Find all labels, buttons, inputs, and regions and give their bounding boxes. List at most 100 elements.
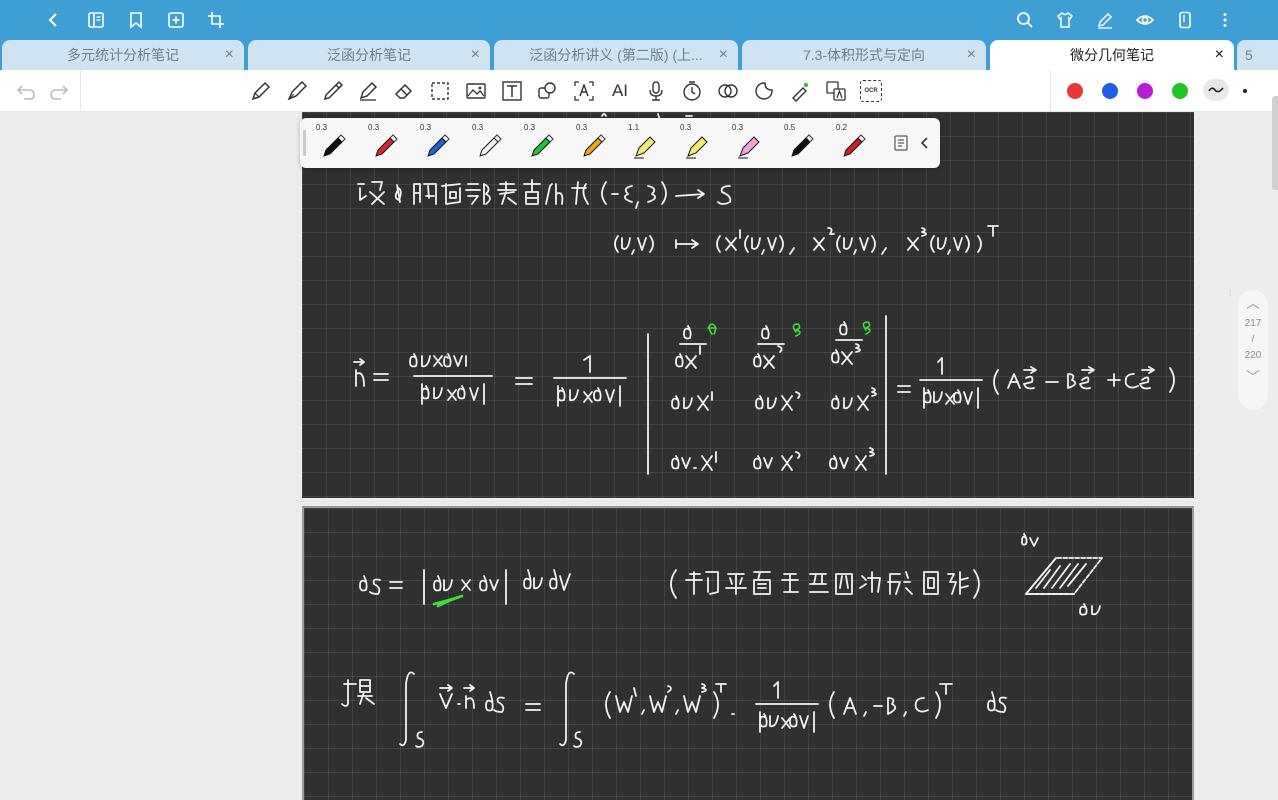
pen-palette: 0.3 0.3 0.3 0.3 0.3 0.3 1.1 0.3 0.3 0.5 … (300, 118, 940, 168)
close-icon[interactable]: × (967, 40, 976, 70)
color-red-swatch[interactable] (1067, 83, 1083, 99)
pen-width-label: 0.3 (316, 123, 328, 132)
note-page-217[interactable] (302, 112, 1194, 498)
pen-icon (531, 134, 554, 157)
pen-preset-2[interactable]: 0.3 (360, 118, 410, 168)
pen-width-label: 0.3 (732, 123, 744, 132)
close-icon[interactable]: × (719, 40, 728, 70)
pen-edit-icon[interactable] (1093, 8, 1117, 32)
close-icon[interactable]: × (471, 40, 480, 70)
phone-icon[interactable] (1173, 8, 1197, 32)
tab-overflow-count[interactable]: 5 (1237, 40, 1278, 70)
total-pages: 220 (1244, 350, 1262, 361)
top-bar (0, 0, 1278, 40)
toolbar-divider (80, 70, 81, 112)
chevron-up-icon[interactable]: ︿ (1238, 290, 1268, 316)
tab-differential-geometry[interactable]: 微分几何笔记 × (990, 40, 1234, 70)
more-vertical-icon[interactable] (1213, 8, 1237, 32)
handwriting-ink (353, 113, 1175, 475)
link-icon[interactable] (716, 79, 740, 103)
ink-line-map (614, 225, 999, 255)
color-green-swatch[interactable] (1172, 83, 1188, 99)
image-icon[interactable] (464, 79, 488, 103)
tab-functional-analysis-lectures[interactable]: 泛函分析讲义 (第二版) (上... × (494, 40, 738, 70)
ink-green-underline (432, 594, 464, 608)
pen-preset-4[interactable]: 0.3 (464, 118, 514, 168)
close-icon[interactable]: × (1215, 40, 1224, 70)
sticker-icon[interactable] (752, 79, 776, 103)
tab-functional-analysis-notes[interactable]: 泛函分析笔记 × (248, 40, 490, 70)
pen-width-label: 0.2 (836, 123, 848, 132)
drag-handle[interactable] (303, 130, 306, 156)
toolbar-divider (1050, 70, 1051, 112)
microphone-icon[interactable] (644, 79, 668, 103)
marker-icon[interactable] (321, 79, 345, 103)
translate-icon[interactable] (824, 79, 848, 103)
pen-width-label: 0.3 (524, 123, 536, 132)
crop-icon[interactable] (204, 8, 228, 32)
drag-grip-icon[interactable]: ⁞ (1229, 290, 1233, 306)
color-blue-swatch[interactable] (1102, 83, 1118, 99)
add-page-icon[interactable] (164, 8, 188, 32)
pen-preset-5[interactable]: 0.3 (516, 118, 566, 168)
fountain-pen-icon[interactable] (285, 79, 309, 103)
page-navigator: ︿ 217 / 220 ﹀ (1238, 290, 1268, 410)
book-icon[interactable] (84, 8, 108, 32)
page-separator: / (1251, 334, 1255, 345)
ink-flux-integral (341, 671, 1007, 748)
chevron-down-icon[interactable]: ﹀ (1238, 364, 1268, 390)
pen-preset-1[interactable]: 0.3 (308, 118, 358, 168)
pen-settings-icon[interactable] (892, 134, 910, 152)
ocr-icon[interactable]: OCR (860, 80, 882, 102)
highlighter-preset-2[interactable]: 0.3 (672, 118, 722, 168)
close-icon[interactable]: × (225, 40, 234, 70)
pen-preset-6[interactable]: 0.3 (568, 118, 618, 168)
pen-icon (583, 134, 606, 157)
note-canvas[interactable] (0, 112, 1278, 800)
pen-width-label: 0.5 (784, 123, 796, 132)
bookmark-icon[interactable] (124, 8, 148, 32)
pen-width-label: 1.1 (628, 123, 640, 132)
highlighter-icon (738, 136, 760, 159)
eraser-icon[interactable] (392, 79, 416, 103)
text-box-icon[interactable] (500, 79, 524, 103)
tab-label: 泛函分析讲义 (第二版) (上... (529, 47, 703, 63)
color-purple-swatch[interactable] (1137, 83, 1153, 99)
pen-width-label: 0.3 (680, 123, 692, 132)
undo-icon[interactable] (14, 79, 38, 103)
back-icon[interactable] (42, 8, 66, 32)
pencil-icon[interactable] (249, 79, 273, 103)
redo-icon[interactable] (47, 79, 71, 103)
collapse-chevron-icon[interactable] (916, 134, 934, 152)
tab-label: 7.3-体积形式与定向 (802, 47, 926, 63)
ink-parallelogram-sketch (1021, 533, 1103, 616)
pen-preset-7[interactable]: 0.5 (776, 118, 826, 168)
side-panel-handle[interactable] (1272, 96, 1278, 190)
ai-icon[interactable]: AI (608, 79, 632, 103)
edit-toolbar: AI OCR (0, 70, 1278, 112)
pen-icon (427, 134, 450, 157)
timer-icon[interactable] (680, 79, 704, 103)
stroke-style-button[interactable] (1203, 79, 1229, 101)
tab-multivariate-stats[interactable]: 多元统计分析笔记 × (2, 40, 244, 70)
lasso-icon[interactable] (428, 79, 452, 103)
highlighter-preset-1[interactable]: 1.1 (620, 118, 670, 168)
tab-volume-forms[interactable]: 7.3-体积形式与定向 × (742, 40, 986, 70)
wave-icon (1208, 87, 1224, 93)
highlighter-preset-3[interactable]: 0.3 (724, 118, 774, 168)
note-page-218[interactable] (302, 506, 1194, 800)
pen-preset-3[interactable]: 0.3 (412, 118, 462, 168)
pen-width-label: 0.3 (368, 123, 380, 132)
pen-icon (323, 134, 346, 157)
pen-icon (375, 134, 398, 157)
pen-preset-8[interactable]: 0.2 (828, 118, 878, 168)
highlighter-icon[interactable] (356, 79, 380, 103)
laser-pointer-icon[interactable] (788, 79, 812, 103)
shirt-icon[interactable] (1053, 8, 1077, 32)
current-page-number: 217 (1244, 318, 1262, 329)
text-recognize-icon[interactable] (572, 79, 596, 103)
shape-icon[interactable] (535, 79, 559, 103)
search-icon[interactable] (1013, 8, 1037, 32)
eye-icon[interactable] (1133, 8, 1157, 32)
pen-size-dot[interactable] (1243, 89, 1247, 93)
